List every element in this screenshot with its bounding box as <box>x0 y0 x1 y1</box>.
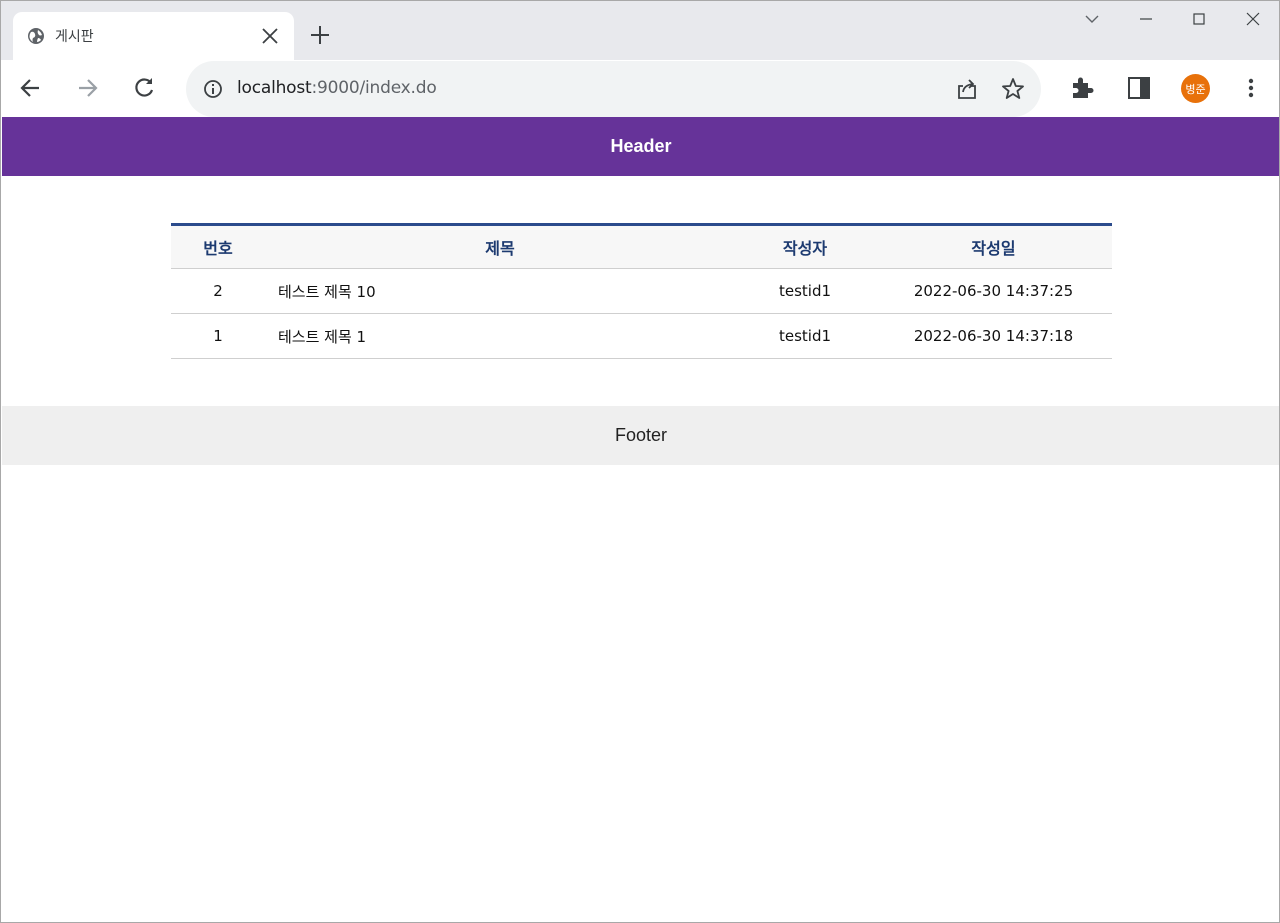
board-table: 번호 제목 작성자 작성일 2 테스트 제목 10 testid1 2022-0… <box>171 223 1112 359</box>
browser-toolbar: localhost:9000/index.do 병준 <box>1 60 1279 117</box>
site-info-icon[interactable] <box>202 78 224 100</box>
back-arrow-icon[interactable] <box>17 74 45 102</box>
tab-strip: 게시판 <box>1 1 1279 60</box>
new-tab-plus-icon[interactable] <box>308 23 332 47</box>
url-path: :9000/index.do <box>311 78 437 98</box>
site-footer: Footer <box>2 406 1279 465</box>
post-number: 1 <box>171 313 265 359</box>
column-header-writer: 작성자 <box>735 224 875 269</box>
url-host: localhost <box>237 78 312 98</box>
post-writer: testid1 <box>735 268 875 314</box>
tab-title: 게시판 <box>55 29 94 45</box>
column-header-date: 작성일 <box>875 224 1112 269</box>
post-title-link[interactable]: 테스트 제목 1 <box>265 313 735 359</box>
post-writer: testid1 <box>735 313 875 359</box>
browser-tab[interactable]: 게시판 <box>13 12 294 60</box>
post-number: 2 <box>171 268 265 314</box>
bookmark-star-icon[interactable] <box>1000 76 1026 102</box>
post-date: 2022-06-30 14:37:18 <box>875 313 1112 359</box>
page-viewport: Header 번호 제목 작성자 작성일 2 테스트 제목 10 testid1… <box>2 117 1279 922</box>
post-title-link[interactable]: 테스트 제목 10 <box>265 268 735 314</box>
table-row[interactable]: 2 테스트 제목 10 testid1 2022-06-30 14:37:25 <box>171 268 1112 314</box>
maximize-icon[interactable] <box>1189 9 1209 29</box>
window-close-icon[interactable] <box>1243 9 1263 29</box>
close-icon[interactable] <box>260 26 280 46</box>
side-panel-icon[interactable] <box>1125 74 1153 102</box>
more-menu-icon[interactable] <box>1237 74 1265 102</box>
url-text[interactable]: localhost:9000/index.do <box>237 78 437 98</box>
share-icon[interactable] <box>954 76 980 102</box>
extensions-puzzle-icon[interactable] <box>1068 74 1096 102</box>
tab-search-chevron-icon[interactable] <box>1082 9 1102 29</box>
forward-arrow-icon[interactable] <box>73 74 101 102</box>
table-header-row: 번호 제목 작성자 작성일 <box>171 224 1112 269</box>
browser-window: 게시판 localhost:9000/index.do 병준 Header 번호… <box>0 0 1280 923</box>
globe-icon <box>28 28 44 44</box>
table-row[interactable]: 1 테스트 제목 1 testid1 2022-06-30 14:37:18 <box>171 313 1112 359</box>
site-header: Header <box>2 117 1279 176</box>
column-header-title: 제목 <box>265 224 735 269</box>
minimize-icon[interactable] <box>1136 9 1156 29</box>
profile-avatar[interactable]: 병준 <box>1181 74 1210 103</box>
column-header-number: 번호 <box>171 224 265 269</box>
reload-icon[interactable] <box>130 74 158 102</box>
post-date: 2022-06-30 14:37:25 <box>875 268 1112 314</box>
address-bar[interactable]: localhost:9000/index.do <box>186 61 1041 117</box>
